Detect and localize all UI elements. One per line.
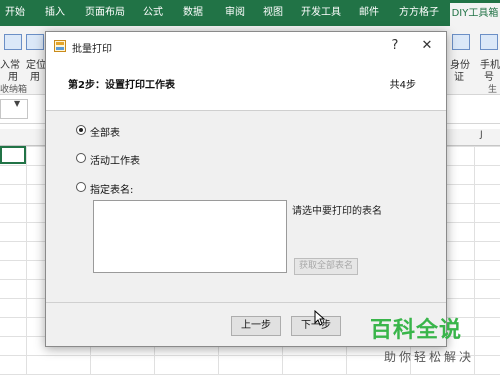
tab-view[interactable]: 视图 bbox=[258, 0, 288, 26]
watermark-title: 百科全说 bbox=[370, 318, 463, 343]
watermark-subtitle: 助你轻松解决 bbox=[384, 350, 475, 364]
tab-formulas[interactable]: 公式 bbox=[138, 0, 168, 26]
tab-insert[interactable]: 插入 bbox=[40, 0, 70, 26]
radio-label[interactable]: 指定表名: bbox=[90, 181, 133, 196]
step-header: 第2步：设置打印工作表 共4步 bbox=[46, 60, 446, 111]
help-button[interactable]: ? bbox=[384, 36, 406, 56]
dialog-titlebar[interactable]: 批量打印 ? ✕ bbox=[46, 32, 446, 60]
step-title: 第2步：设置打印工作表 bbox=[68, 80, 175, 91]
tab-fangfang[interactable]: 方方格子 bbox=[392, 0, 446, 26]
sheet-name-list[interactable] bbox=[93, 200, 287, 273]
step-count: 共4步 bbox=[389, 80, 416, 91]
radio-button[interactable] bbox=[76, 182, 86, 192]
ribbon-item-label[interactable]: 用 bbox=[30, 68, 40, 83]
radio-label[interactable]: 全部表 bbox=[90, 124, 120, 139]
tab-data[interactable]: 数据 bbox=[178, 0, 208, 26]
radio-label[interactable]: 活动工作表 bbox=[90, 152, 140, 167]
column-header-j[interactable]: J bbox=[480, 130, 483, 140]
print-app-icon bbox=[54, 40, 66, 52]
selected-cell[interactable] bbox=[0, 146, 26, 164]
group-label: 收纳箱 bbox=[0, 85, 28, 95]
insert-icon[interactable] bbox=[4, 34, 22, 50]
tab-diy-toolbox[interactable]: DIY工具箱 bbox=[450, 3, 500, 26]
radio-button[interactable] bbox=[76, 153, 86, 163]
id-card-icon[interactable] bbox=[452, 34, 470, 50]
watermark: 百科全说 助你轻松解决 bbox=[364, 308, 498, 370]
ribbon-tab-bar: 开始 插入 页面布局 公式 数据 审阅 视图 开发工具 邮件 方方格子 DIY工… bbox=[0, 0, 500, 26]
close-icon[interactable]: ✕ bbox=[416, 36, 438, 56]
prev-step-button[interactable]: 上一步 bbox=[231, 316, 281, 336]
ribbon-item-label[interactable]: 号 bbox=[484, 68, 494, 83]
radio-button[interactable] bbox=[76, 125, 86, 135]
group-label: 生 bbox=[488, 85, 498, 95]
tab-review[interactable]: 审阅 bbox=[220, 0, 250, 26]
tab-home[interactable]: 开始 bbox=[0, 0, 30, 26]
tab-page-layout[interactable]: 页面布局 bbox=[80, 0, 130, 26]
dialog-title: 批量打印 bbox=[72, 44, 112, 55]
radio-selected-dot bbox=[79, 128, 83, 132]
sheet-select-hint: 请选中要打印的表名 bbox=[292, 206, 382, 217]
chevron-down-icon[interactable]: ▼ bbox=[14, 99, 20, 108]
ribbon-item-label[interactable]: 证 bbox=[454, 68, 464, 83]
dialog-divider bbox=[46, 302, 446, 303]
phone-icon[interactable] bbox=[480, 34, 498, 50]
ribbon-item-label[interactable]: 用 bbox=[8, 68, 18, 83]
get-all-sheet-names-button[interactable]: 获取全部表名 bbox=[294, 258, 358, 275]
mouse-cursor-icon bbox=[314, 310, 326, 326]
tab-developer[interactable]: 开发工具 bbox=[296, 0, 346, 26]
batch-print-dialog: 批量打印 ? ✕ 第2步：设置打印工作表 共4步 全部表 活动工作表 指定表名:… bbox=[45, 31, 447, 347]
tab-mailings[interactable]: 邮件 bbox=[354, 0, 384, 26]
locate-icon[interactable] bbox=[26, 34, 44, 50]
